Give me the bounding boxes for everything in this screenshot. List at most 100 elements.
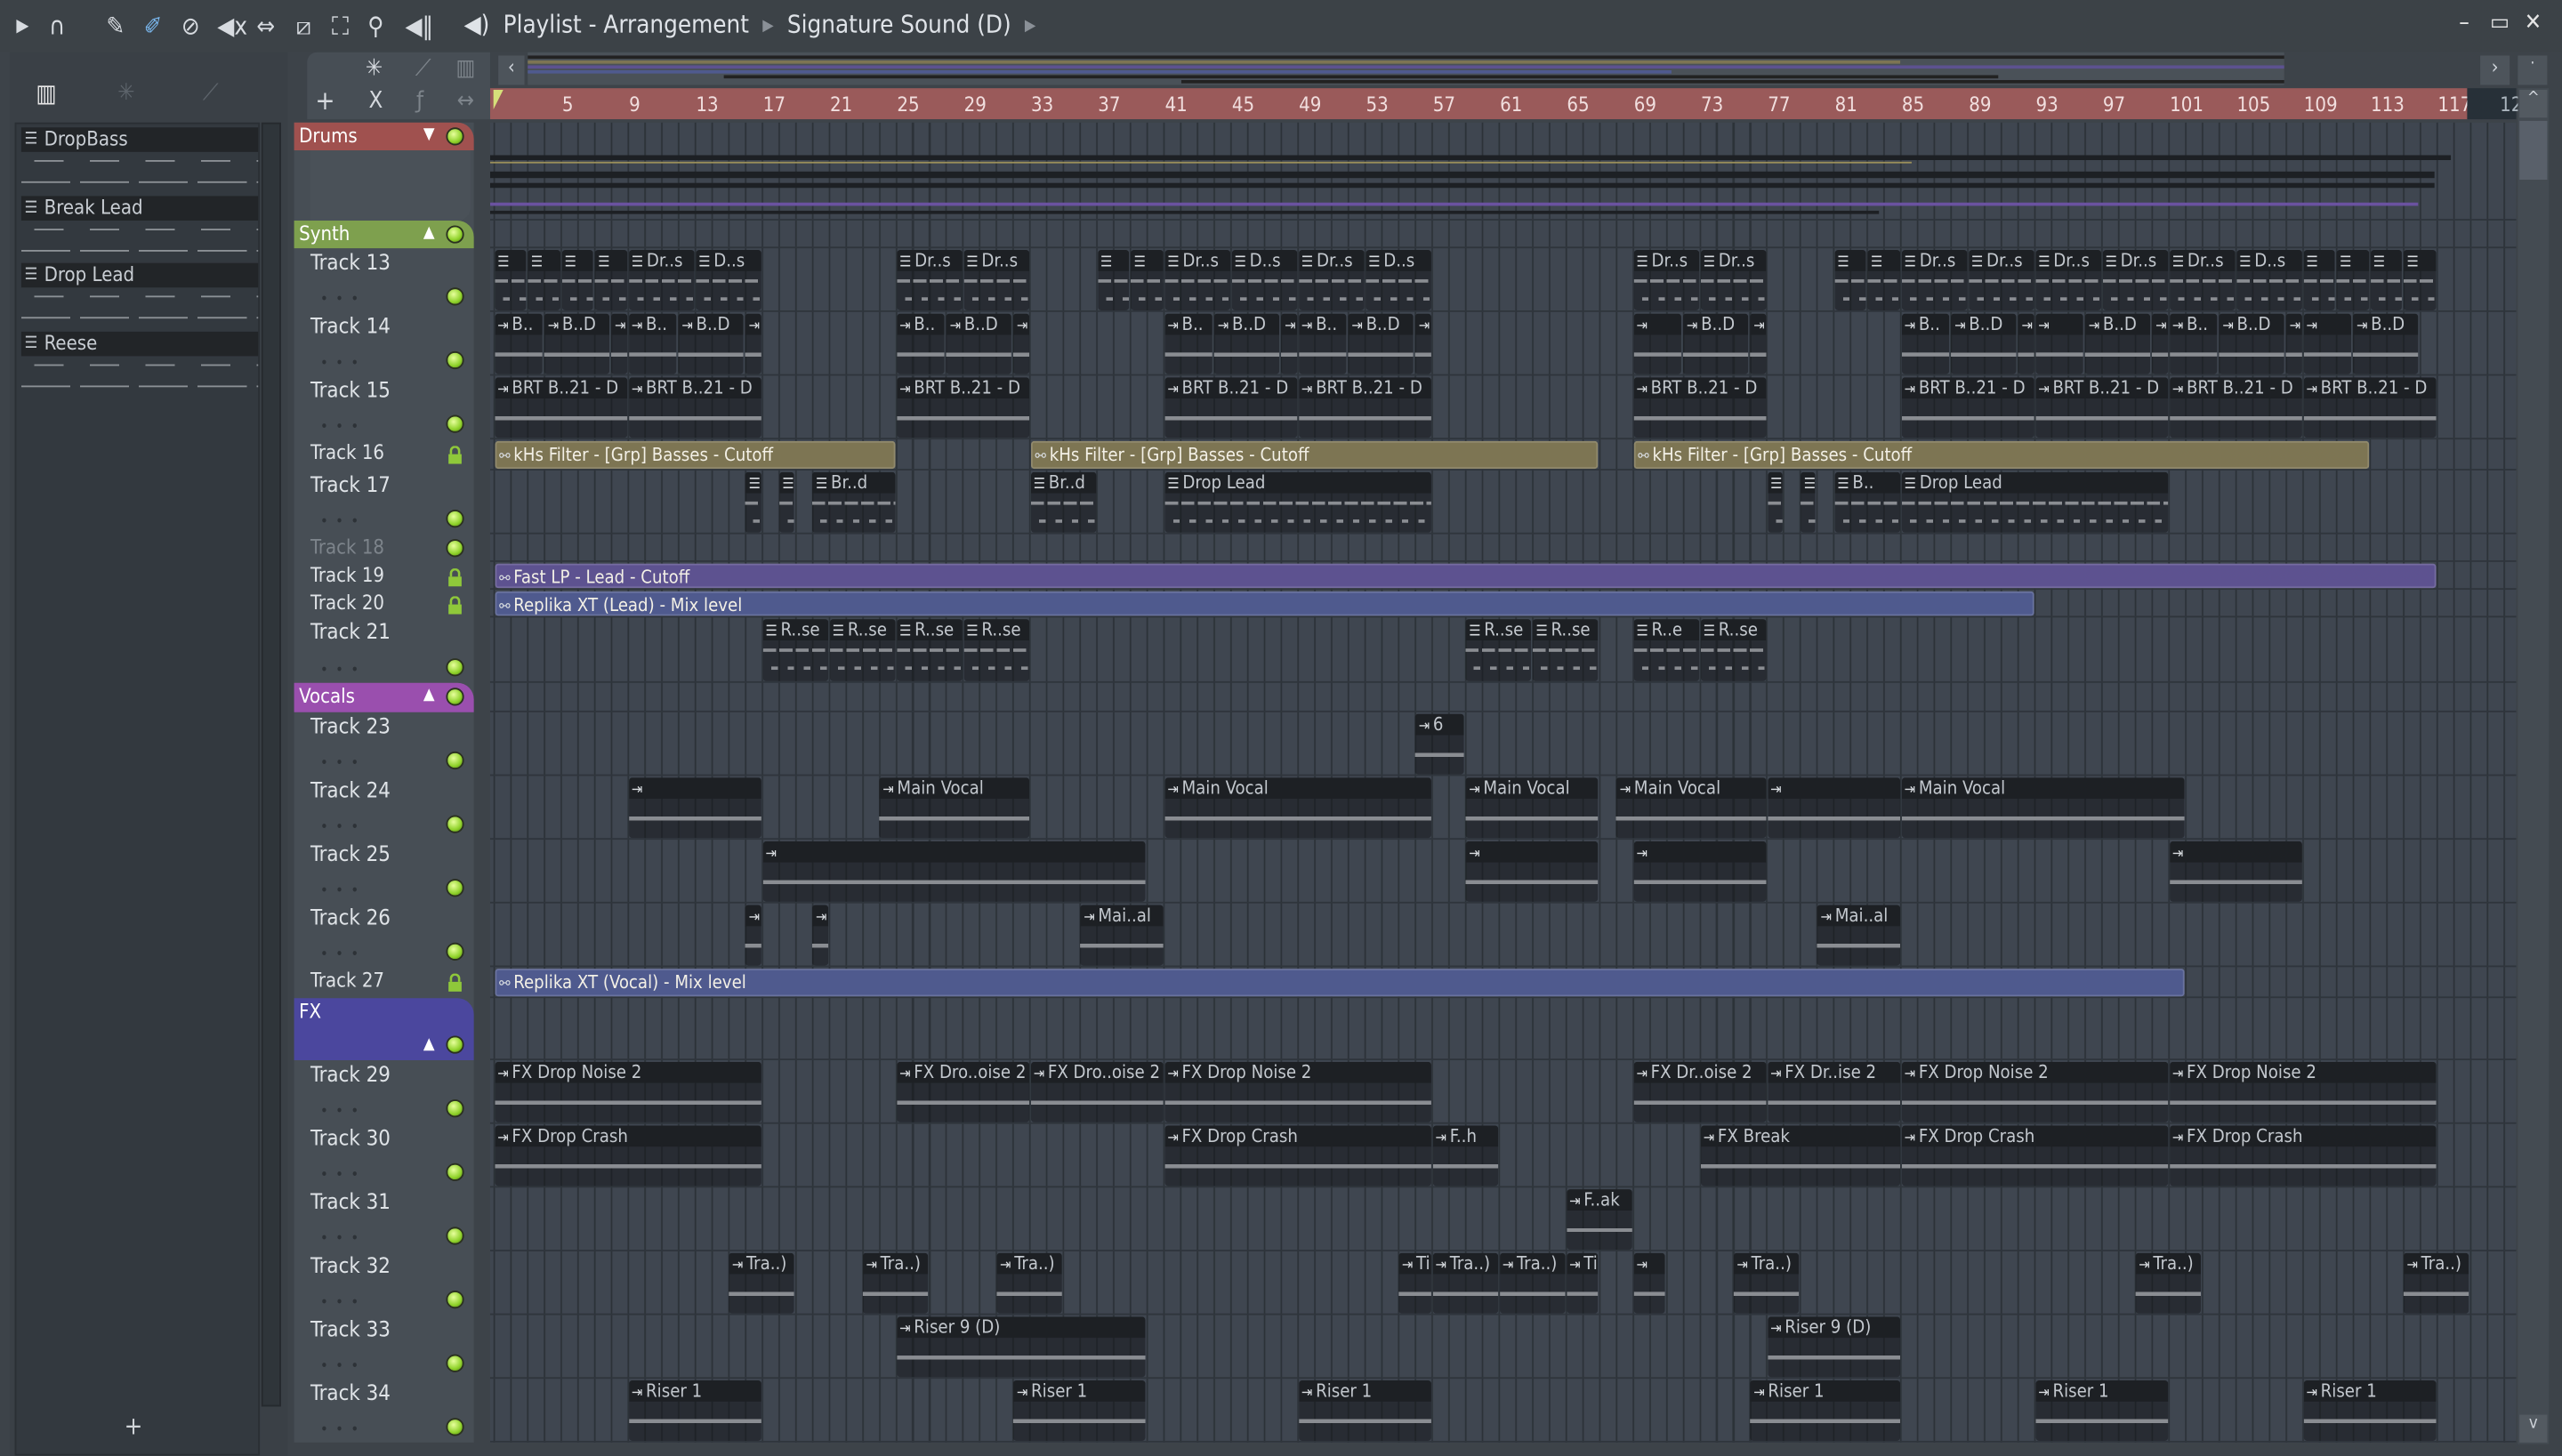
scrollbar-thumb[interactable] bbox=[2519, 120, 2548, 181]
audio-clip[interactable]: ⇥ bbox=[1632, 313, 1682, 374]
clip-header[interactable]: ⇥ B..D bbox=[946, 313, 1012, 335]
track-header[interactable]: Track 23 • • • bbox=[294, 712, 474, 776]
track-enable-led[interactable] bbox=[446, 1099, 464, 1118]
pattern-clip[interactable]: ☰ bbox=[778, 471, 794, 533]
audio-clip[interactable]: ⇥ FX Drop Noise 2 bbox=[1164, 1061, 1431, 1122]
clip-header[interactable]: ⇥ FX Drop Noise 2 bbox=[494, 1061, 761, 1083]
track-enable-led[interactable] bbox=[446, 1035, 464, 1054]
clip-header[interactable]: ⇥ bbox=[2034, 313, 2084, 335]
lock-icon[interactable] bbox=[447, 567, 463, 587]
audio-clip[interactable]: ⇥ bbox=[1750, 313, 1766, 374]
clip-header[interactable]: ☰ R..se bbox=[1532, 619, 1599, 640]
automation-icon[interactable]: ⟋ bbox=[203, 80, 219, 106]
audio-clip[interactable]: ⇥ Tra..) bbox=[862, 1252, 929, 1314]
track-enable-led[interactable] bbox=[446, 1290, 464, 1309]
clip-header[interactable]: ⇥ Main Vocal bbox=[1164, 777, 1431, 800]
audio-clip[interactable]: ⇥ bbox=[1632, 841, 1766, 902]
audio-clip[interactable]: ⇥ bbox=[1767, 777, 1900, 839]
clip-header[interactable]: ⇥ B..D bbox=[678, 313, 745, 335]
clip-header[interactable]: ⇥ FX Drop Crash bbox=[494, 1125, 761, 1147]
track-lane[interactable] bbox=[490, 683, 2517, 712]
audio-clip[interactable]: ⇥ B..D bbox=[1348, 313, 1414, 374]
track-header[interactable]: Track 19 bbox=[294, 562, 474, 590]
collapse-down-icon[interactable]: ▼ bbox=[423, 125, 435, 143]
clip-header[interactable]: ⇥ FX Dr..ise 2 bbox=[1767, 1061, 1900, 1083]
audio-clip[interactable]: ⇥ bbox=[1465, 841, 1599, 902]
pattern-clip[interactable]: ☰ R..e bbox=[1632, 619, 1699, 681]
audio-clip[interactable]: ⇥ BRT B..21 - D bbox=[2302, 377, 2436, 438]
audio-clip[interactable]: ⇥ Main Vocal bbox=[1901, 777, 2185, 839]
clip-header[interactable]: ⇥ Ti bbox=[1398, 1252, 1431, 1275]
close-button[interactable]: ✕ bbox=[2525, 10, 2542, 36]
audio-clip[interactable]: ⇥ Ti bbox=[1398, 1252, 1431, 1314]
clip-header[interactable]: ⇥ B.. bbox=[2169, 313, 2218, 335]
clip-header[interactable]: ☰ bbox=[1801, 471, 1817, 494]
clip-header[interactable]: ⇥ Riser 1 bbox=[1013, 1380, 1146, 1402]
pattern-clip[interactable]: ☰ bbox=[2302, 250, 2335, 310]
clip-header[interactable]: ☰ bbox=[778, 471, 794, 494]
clip-header[interactable]: ⇥ Mai..al bbox=[1080, 905, 1163, 927]
track-header[interactable]: Track 20 bbox=[294, 590, 474, 617]
audio-clip[interactable]: ⇥ Ti bbox=[1566, 1252, 1599, 1314]
minimize-button[interactable]: – bbox=[2459, 10, 2469, 36]
scroll-down-button[interactable]: v bbox=[2519, 1414, 2548, 1443]
audio-clip[interactable]: ⇥ BRT B..21 - D bbox=[1164, 377, 1297, 438]
audio-clip[interactable]: ⇥ FX Dr..ise 2 bbox=[1767, 1061, 1900, 1122]
audio-clip[interactable]: ⇥ Tra..) bbox=[2135, 1252, 2202, 1314]
clip-header[interactable]: ⇥ BRT B..21 - D bbox=[1901, 377, 2034, 399]
pattern-clip[interactable]: ☰ R..se bbox=[1700, 619, 1766, 681]
audio-clip[interactable]: ⇥ Mai..al bbox=[1817, 905, 1900, 966]
clip-header[interactable]: ☰ Br..d bbox=[1030, 471, 1096, 494]
clip-header[interactable]: ☰ bbox=[528, 250, 560, 271]
channel-item[interactable]: ☰ Break Lead bbox=[20, 195, 259, 264]
pattern-clip[interactable]: ☰ Dr..s bbox=[896, 250, 962, 310]
audio-clip[interactable]: ⇥ BRT B..21 - D bbox=[1632, 377, 1766, 438]
audio-clip[interactable]: ⇥ B..D bbox=[678, 313, 745, 374]
audio-clip-filter-icon[interactable]: ✳ bbox=[359, 55, 389, 81]
clip-header[interactable]: ☰ bbox=[494, 250, 527, 271]
track-lane[interactable] bbox=[490, 221, 2517, 249]
track-enable-led[interactable] bbox=[446, 658, 464, 677]
audio-clip[interactable]: ⇥ BRT B..21 - D bbox=[1901, 377, 2034, 438]
clip-header[interactable]: ⚯ Replika XT (Lead) - Mix level bbox=[495, 593, 2031, 615]
clip-header[interactable]: ⇥ bbox=[1465, 841, 1599, 863]
clip-header[interactable]: ⇥ bbox=[2169, 841, 2301, 863]
clip-header[interactable]: ⚯ kHs Filter - [Grp] Basses - Cutoff bbox=[1032, 443, 1597, 468]
track-header[interactable]: Track 18 bbox=[294, 535, 474, 562]
clip-header[interactable]: ☰ bbox=[1867, 250, 1900, 271]
audio-clip[interactable]: ⇥ Main Vocal bbox=[1615, 777, 1766, 839]
audio-clip[interactable]: ⇥ Main Vocal bbox=[1465, 777, 1599, 839]
audio-clip[interactable]: ⇥ Riser 1 bbox=[2302, 1380, 2436, 1441]
clip-header[interactable]: ⇥ Tra..) bbox=[1499, 1252, 1565, 1275]
clip-header[interactable]: ⇥ bbox=[1632, 841, 1766, 863]
audio-clip[interactable]: ⇥ Main Vocal bbox=[879, 777, 1029, 839]
clip-header[interactable]: ⇥ BRT B..21 - D bbox=[628, 377, 761, 399]
curve-tool-button[interactable]: ƒ bbox=[406, 88, 435, 114]
audio-clip[interactable]: ⇥ FX Drop Crash bbox=[2169, 1125, 2436, 1187]
automation-clip[interactable]: ⚯ Replika XT (Lead) - Mix level bbox=[494, 591, 2034, 616]
track-lane[interactable]: ⇥ Riser 1 ⇥ Riser 1 ⇥ Riser 1 ⇥ Riser 1 ⇥ Riser 1… bbox=[490, 1379, 2517, 1443]
clip-header[interactable]: ⇥ Main Vocal bbox=[879, 777, 1029, 800]
clip-header[interactable]: ⚯ kHs Filter - [Grp] Basses - Cutoff bbox=[1635, 443, 2367, 468]
pattern-clip[interactable]: ☰ Dr..s bbox=[1164, 250, 1230, 310]
lock-icon[interactable] bbox=[447, 973, 463, 992]
clip-header[interactable]: ⇥ FX Drop Crash bbox=[1164, 1125, 1431, 1147]
clip-header[interactable]: ⇥ FX Dro..oise 2 bbox=[896, 1061, 1029, 1083]
drum-summary-clip[interactable] bbox=[490, 171, 2435, 179]
track-enable-led[interactable] bbox=[446, 127, 464, 146]
track-options-dots[interactable]: • • • bbox=[320, 820, 360, 836]
clip-header[interactable]: ☰ Dr..s bbox=[628, 250, 694, 271]
audio-clip[interactable]: ⇥ B.. bbox=[628, 313, 677, 374]
clip-header[interactable]: ⇥ bbox=[2302, 313, 2352, 335]
lock-icon[interactable] bbox=[447, 596, 463, 615]
audio-clip[interactable]: ⇥ bbox=[1632, 1252, 1665, 1314]
clip-header[interactable]: ⇥ FX Break bbox=[1700, 1125, 1900, 1147]
clip-header[interactable]: ☰ R..se bbox=[896, 619, 962, 640]
track-lane[interactable]: ⇥ ⇥ Main Vocal ⇥ Main Vocal ⇥ Main Vocal ⇥ Main … bbox=[490, 776, 2517, 841]
clip-header[interactable]: ⇥ B..D bbox=[1348, 313, 1414, 335]
breadcrumb-arrangement[interactable]: Signature Sound (D) bbox=[787, 10, 1011, 39]
automation-filter-icon[interactable]: ⟋ bbox=[408, 55, 438, 81]
audio-clip[interactable]: ⇥ bbox=[745, 905, 761, 966]
audio-clip[interactable]: ⇥ Tra..) bbox=[1431, 1252, 1498, 1314]
clip-header[interactable]: ☰ bbox=[745, 471, 761, 494]
